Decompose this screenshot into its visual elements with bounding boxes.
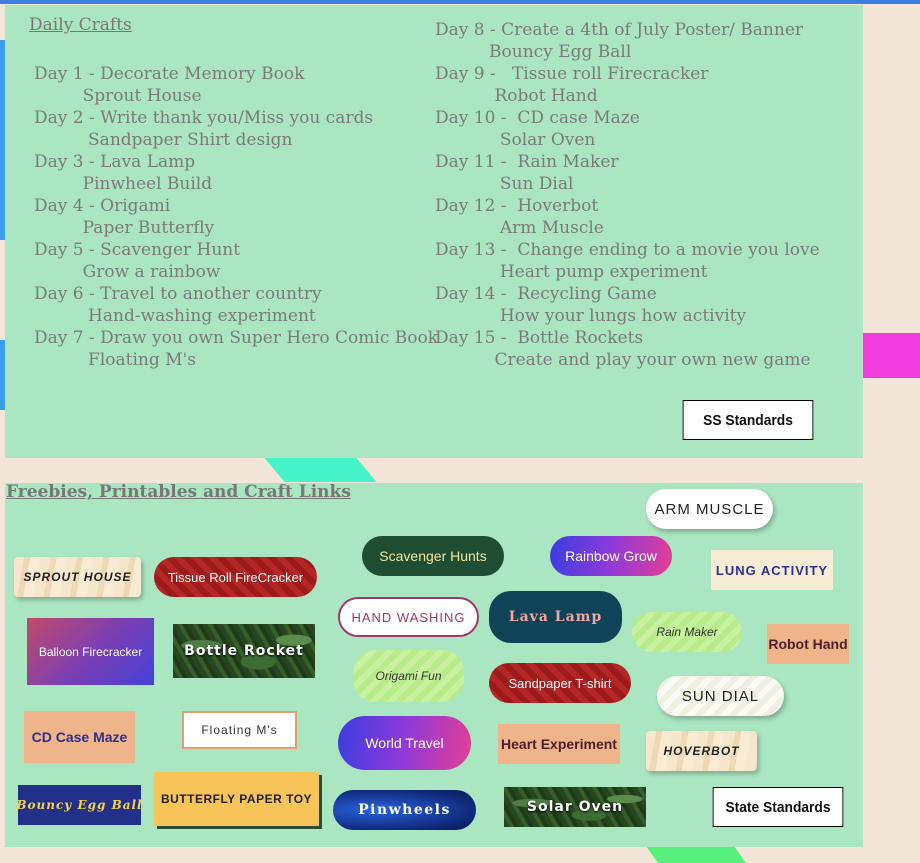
- lava-lamp-link[interactable]: Lava Lamp: [489, 591, 622, 643]
- butterfly-paper-toy-link[interactable]: BUTTERFLY PAPER TOY: [154, 772, 319, 826]
- lung-activity-link[interactable]: LUNG ACTIVITY: [711, 550, 833, 590]
- scavenger-hunts-link[interactable]: Scavenger Hunts: [362, 536, 504, 576]
- teal-accent-stripe: [262, 455, 377, 482]
- craft-day-line: Day 11 - Rain Maker: [435, 152, 619, 172]
- heart-experiment-link[interactable]: Heart Experiment: [498, 724, 620, 764]
- cd-case-maze-link[interactable]: CD Case Maze: [24, 711, 135, 763]
- craft-day-second-activity: Solar Oven: [435, 130, 596, 150]
- floating-ms-link[interactable]: Floating M's: [182, 711, 297, 749]
- bottle-rocket-link[interactable]: Bottle Rocket: [173, 624, 315, 678]
- arm-muscle-link[interactable]: ARM MUSCLE: [646, 489, 773, 529]
- solar-oven-link[interactable]: Solar Oven: [504, 787, 646, 827]
- rain-maker-link[interactable]: Rain Maker: [632, 612, 742, 652]
- craft-day-line: Day 8 - Create a 4th of July Poster/ Ban…: [435, 20, 804, 40]
- craft-day-second-activity: Pinwheel Build: [34, 174, 213, 194]
- hand-washing-link[interactable]: HAND WASHING: [338, 597, 479, 637]
- craft-day-line: Day 7 - Draw you own Super Hero Comic Bo…: [34, 328, 439, 348]
- craft-day-line: Day 14 - Recycling Game: [435, 284, 657, 304]
- hoverbot-link[interactable]: HOVERBOT: [646, 731, 757, 771]
- crafts-list-right: Day 8 - Create a 4th of July Poster/ Ban…: [435, 19, 820, 371]
- craft-day-second-activity: Floating M's: [34, 350, 196, 370]
- top-accent-line: [0, 0, 920, 4]
- sun-dial-link[interactable]: SUN DIAL: [657, 676, 784, 716]
- crafts-list-left: Day 1 - Decorate Memory Book Sprout Hous…: [34, 19, 438, 371]
- craft-day-second-activity: Robot Hand: [435, 86, 598, 106]
- craft-day-line: Day 4 - Origami: [34, 196, 171, 216]
- ss-standards-button[interactable]: SS Standards: [682, 400, 814, 440]
- craft-day-line: Day 12 - Hoverbot: [435, 196, 599, 216]
- craft-day-second-activity: Sandpaper Shirt design: [34, 130, 293, 150]
- tissue-roll-firecracker-link[interactable]: Tissue Roll FireCracker: [154, 557, 317, 597]
- craft-day-line: Day 6 - Travel to another country: [34, 284, 322, 304]
- state-standards-button[interactable]: State Standards: [712, 787, 844, 827]
- sandpaper-tshirt-link[interactable]: Sandpaper T-shirt: [489, 663, 631, 703]
- craft-day-second-activity: Create and play your own new game: [435, 350, 811, 370]
- craft-day-second-activity: How your lungs how activity: [435, 306, 747, 326]
- craft-day-second-activity: Grow a rainbow: [34, 262, 221, 282]
- craft-day-second-activity: Hand-washing experiment: [34, 306, 316, 326]
- craft-day-second-activity: Paper Butterfly: [34, 218, 215, 238]
- craft-day-line: Day 15 - Bottle Rockets: [435, 328, 644, 348]
- origami-fun-link[interactable]: Origami Fun: [353, 650, 464, 702]
- craft-day-second-activity: Heart pump experiment: [435, 262, 708, 282]
- craft-day-line: Day 9 - Tissue roll Firecracker: [435, 64, 709, 84]
- craft-day-line: Day 13 - Change ending to a movie you lo…: [435, 240, 820, 260]
- green-accent-stripe: [646, 846, 746, 863]
- craft-day-line: Day 3 - Lava Lamp: [34, 152, 196, 172]
- craft-day-line: Day 2 - Write thank you/Miss you cards: [34, 108, 374, 128]
- craft-links-heading: Freebies, Printables and Craft Links: [6, 482, 351, 502]
- craft-day-line: Day 5 - Scavenger Hunt: [34, 240, 241, 260]
- craft-day-second-activity: Sprout House: [34, 86, 202, 106]
- sprout-house-link[interactable]: SPROUT HOUSE: [14, 557, 141, 597]
- rainbow-grow-link[interactable]: Rainbow Grow: [550, 536, 672, 576]
- balloon-firecracker-link[interactable]: Balloon Firecracker: [27, 618, 154, 685]
- world-travel-link[interactable]: World Travel: [338, 716, 471, 770]
- craft-day-line: Day 10 - CD case Maze: [435, 108, 640, 128]
- craft-day-second-activity: Arm Muscle: [435, 218, 604, 238]
- bouncy-egg-ball-link[interactable]: Bouncy Egg Ball: [16, 785, 142, 825]
- magenta-accent-block: [862, 333, 920, 378]
- craft-day-line: Day 1 - Decorate Memory Book: [34, 64, 305, 84]
- pinwheels-link[interactable]: Pinwheels: [333, 790, 476, 830]
- robot-hand-link[interactable]: Robot Hand: [767, 624, 849, 664]
- craft-day-second-activity: Bouncy Egg Ball: [435, 42, 632, 62]
- craft-day-second-activity: Sun Dial: [435, 174, 574, 194]
